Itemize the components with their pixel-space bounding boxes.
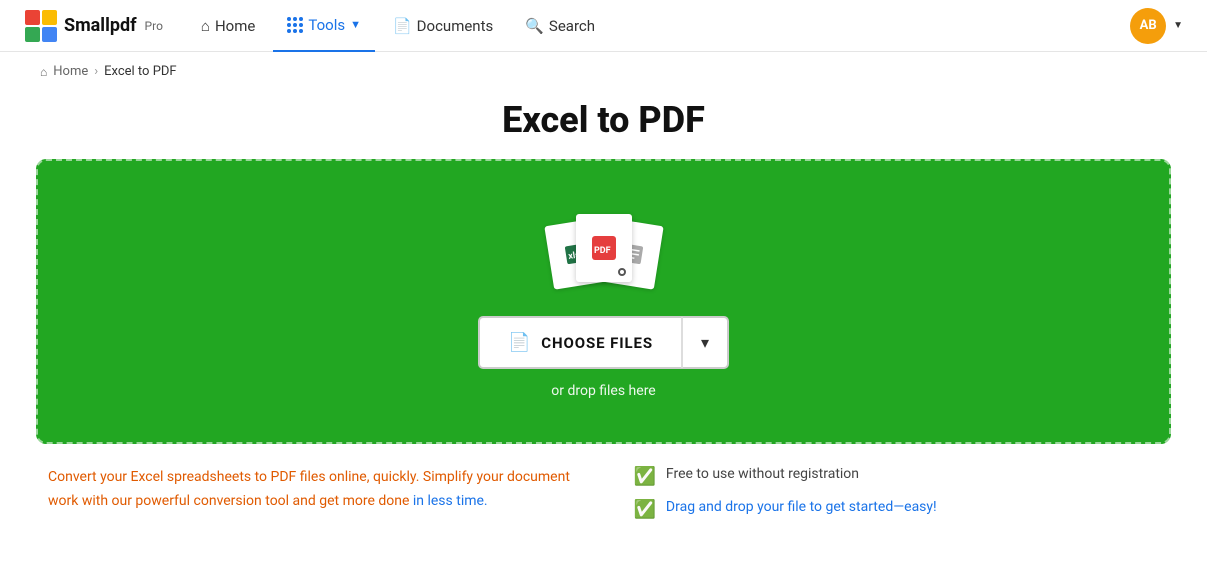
breadcrumb: ⌂ Home › Excel to PDF [0,52,1207,91]
drop-text: or drop files here [551,383,655,399]
home-icon: ⌂ [201,17,210,35]
avatar-initials: AB [1140,18,1157,33]
breadcrumb-separator: › [94,64,98,79]
info-right: ✅ Free to use without registration ✅ Dra… [634,466,1160,520]
choose-files-row: 📄 CHOOSE FILES ▾ [478,316,729,369]
breadcrumb-current: Excel to PDF [104,64,176,79]
search-icon: 🔍 [525,17,544,35]
nav-search-label: Search [549,17,595,35]
file-icon-group: xlsx PDF [549,212,659,294]
nav-home-label: Home [215,17,255,35]
breadcrumb-home[interactable]: Home [53,64,88,79]
avatar-dropdown-icon[interactable]: ▼ [1173,20,1183,31]
check-icon-2: ✅ [634,499,656,520]
choose-files-button[interactable]: 📄 CHOOSE FILES [478,316,682,369]
drop-zone[interactable]: xlsx PDF 📄 CHOOSE FILES ▾ or drop files … [36,159,1171,444]
info-text-blue: in less time. [413,493,488,509]
drop-zone-wrapper: xlsx PDF 📄 CHOOSE FILES ▾ or drop files … [0,159,1207,444]
grid-icon [287,17,303,33]
info-right-item-2: ✅ Drag and drop your file to get started… [634,499,1160,520]
nav-documents-label: Documents [417,17,494,35]
nav-home[interactable]: ⌂ Home [187,0,269,52]
logo-area[interactable]: Smallpdf Pro [24,9,163,43]
navbar: Smallpdf Pro ⌂ Home Tools ▼ 📄 Documents 🔍… [0,0,1207,52]
svg-text:PDF: PDF [594,246,611,256]
choose-files-label: CHOOSE FILES [541,334,653,352]
file-front-icon: PDF [576,214,632,282]
tools-dropdown-icon: ▼ [350,18,361,31]
doc-icon: 📄 [508,332,531,353]
choose-files-dropdown-button[interactable]: ▾ [682,316,729,369]
documents-icon: 📄 [393,17,412,35]
brand-pro: Pro [145,19,163,33]
chevron-down-icon: ▾ [701,333,709,352]
info-right-item-1: ✅ Free to use without registration [634,466,1160,487]
info-left-text: Convert your Excel spreadsheets to PDF f… [48,466,574,514]
brand-name: Smallpdf [64,15,137,36]
info-section: Convert your Excel spreadsheets to PDF f… [0,444,1207,540]
avatar[interactable]: AB [1130,8,1166,44]
info-left: Convert your Excel spreadsheets to PDF f… [48,466,574,520]
check-icon-1: ✅ [634,466,656,487]
nav-documents[interactable]: 📄 Documents [379,0,507,52]
breadcrumb-icon: ⌂ [40,65,47,79]
page-title: Excel to PDF [0,99,1207,141]
nav-search[interactable]: 🔍 Search [511,0,609,52]
info-right-text-1: Free to use without registration [666,466,859,482]
info-text-orange: Convert your Excel spreadsheets to PDF f… [48,469,570,509]
nav-tools-label: Tools [308,16,345,34]
info-right-text-2: Drag and drop your file to get started—e… [666,499,937,515]
logo-icon [24,9,58,43]
nav-tools[interactable]: Tools ▼ [273,0,375,52]
page-title-area: Excel to PDF [0,91,1207,159]
